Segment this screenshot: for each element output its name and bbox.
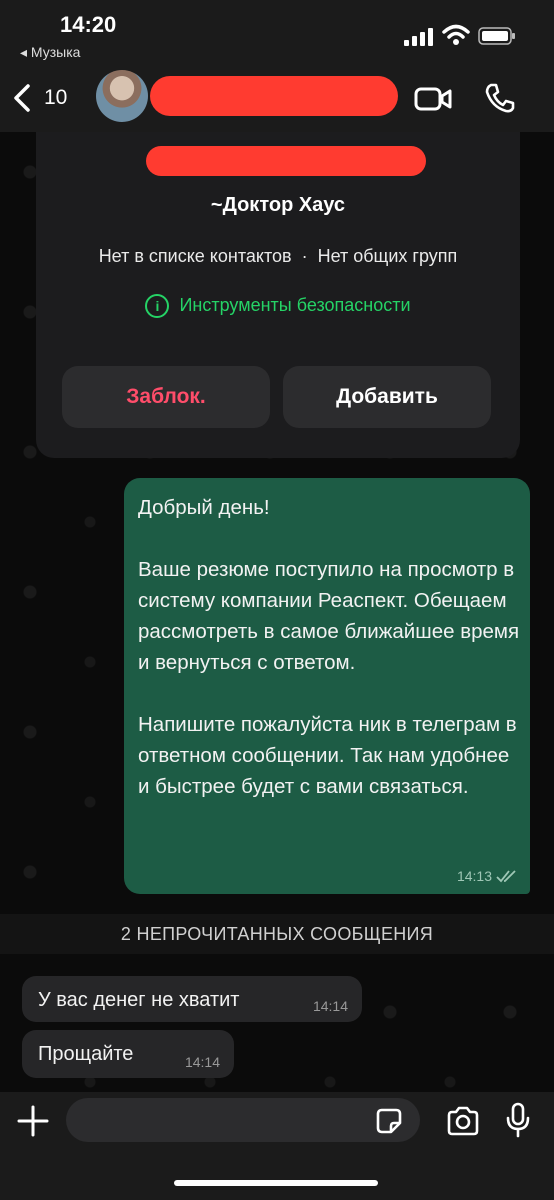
- unread-chats-count[interactable]: 10: [44, 86, 67, 110]
- status-bar: 14:20 ◂ Музыка: [0, 0, 554, 64]
- sticker-icon[interactable]: [374, 1106, 404, 1136]
- separator-dot: ·: [301, 246, 308, 266]
- add-contact-button[interactable]: Добавить: [283, 366, 491, 428]
- message-time: 14:13: [456, 868, 492, 884]
- chat-header: 10: [0, 64, 554, 132]
- cellular-signal-icon: [404, 28, 433, 46]
- safety-tools-link[interactable]: i Инструменты безопасности: [36, 294, 520, 318]
- unread-messages-divider: 2 НЕПРОЧИТАННЫХ СООБЩЕНИЯ: [0, 914, 554, 954]
- battery-icon: [478, 27, 515, 45]
- contact-nickname: ~Доктор Хаус: [210, 194, 346, 216]
- home-indicator: [174, 1180, 378, 1186]
- double-check-icon: [496, 870, 516, 883]
- status-time: 14:20: [60, 12, 117, 37]
- incoming-message[interactable]: У вас денег не хватит 14:14: [22, 976, 362, 1022]
- message-input[interactable]: [66, 1098, 420, 1142]
- message-input-bar: [0, 1092, 554, 1200]
- wifi-icon: [442, 24, 470, 45]
- info-icon: i: [145, 294, 170, 318]
- redacted-phone-number: [146, 146, 426, 176]
- outgoing-message[interactable]: Добрый день! Ваше резюме поступило на пр…: [124, 478, 530, 894]
- message-text: Добрый день! Ваше резюме поступило на пр…: [138, 496, 520, 798]
- message-time: 14:14: [312, 998, 348, 1014]
- message-meta: 14:13: [457, 868, 518, 884]
- back-chevron-icon[interactable]: [10, 82, 36, 114]
- message-time: 14:14: [184, 1054, 220, 1070]
- incoming-message[interactable]: Прощайте 14:14: [22, 1030, 234, 1078]
- back-to-app-link[interactable]: ◂ Музыка: [20, 44, 80, 61]
- contact-status-line: Нет в списке контактов · Нет общих групп: [36, 246, 520, 267]
- message-text: У вас денег не хватит: [38, 989, 240, 1011]
- plus-icon[interactable]: [16, 1104, 50, 1138]
- contact-avatar[interactable]: [96, 70, 148, 122]
- not-in-contacts-text: Нет в списке контактов: [98, 246, 292, 266]
- phone-call-icon[interactable]: [484, 82, 516, 114]
- safety-tools-label: Инструменты безопасности: [179, 294, 411, 315]
- video-call-icon[interactable]: [414, 86, 452, 112]
- block-button[interactable]: Заблок.: [62, 366, 270, 428]
- redacted-contact-name[interactable]: [150, 76, 398, 116]
- message-text: Прощайте: [38, 1043, 134, 1065]
- unknown-contact-card: ~Доктор Хаус Нет в списке контактов · Нет …: [36, 132, 520, 458]
- microphone-icon[interactable]: [506, 1102, 530, 1138]
- camera-icon[interactable]: [446, 1106, 480, 1136]
- no-common-groups-text: Нет общих групп: [317, 246, 458, 266]
